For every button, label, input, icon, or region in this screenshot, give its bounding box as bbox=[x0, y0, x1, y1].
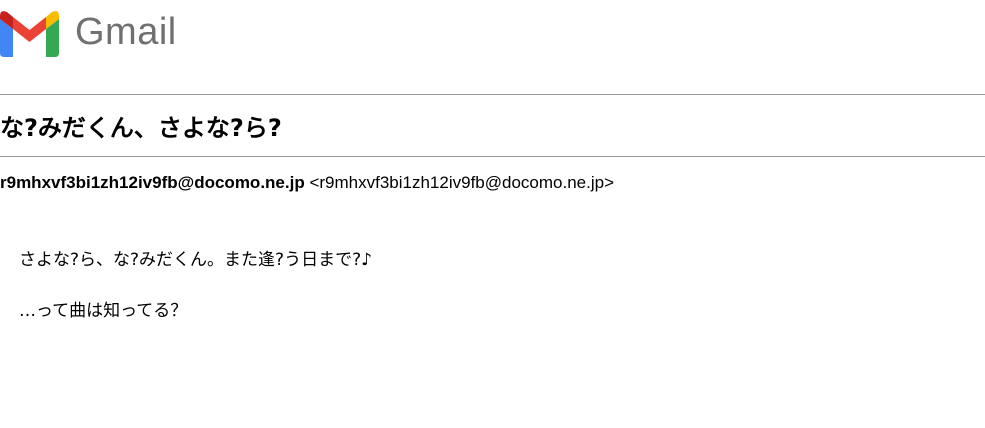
sender-name: r9mhxvf3bi1zh12iv9fb@docomo.ne.jp bbox=[0, 173, 305, 192]
email-body-line: …って曲は知ってる？ bbox=[19, 301, 188, 321]
email-sender: r9mhxvf3bi1zh12iv9fb@docomo.ne.jp <r9mhx… bbox=[0, 172, 614, 194]
gmail-logo-icon bbox=[0, 11, 59, 57]
email-body-line: さよな?ら、な?みだくん。また逢?う日まで?♪ bbox=[19, 250, 372, 270]
sender-address: <r9mhxvf3bi1zh12iv9fb@docomo.ne.jp> bbox=[309, 173, 615, 192]
header-divider bbox=[0, 94, 985, 95]
gmail-wordmark: Gmail bbox=[75, 11, 177, 53]
subject-divider bbox=[0, 156, 985, 157]
gmail-header: Gmail bbox=[0, 8, 177, 60]
email-subject: な?みだくん、さよな?ら? bbox=[0, 114, 282, 142]
